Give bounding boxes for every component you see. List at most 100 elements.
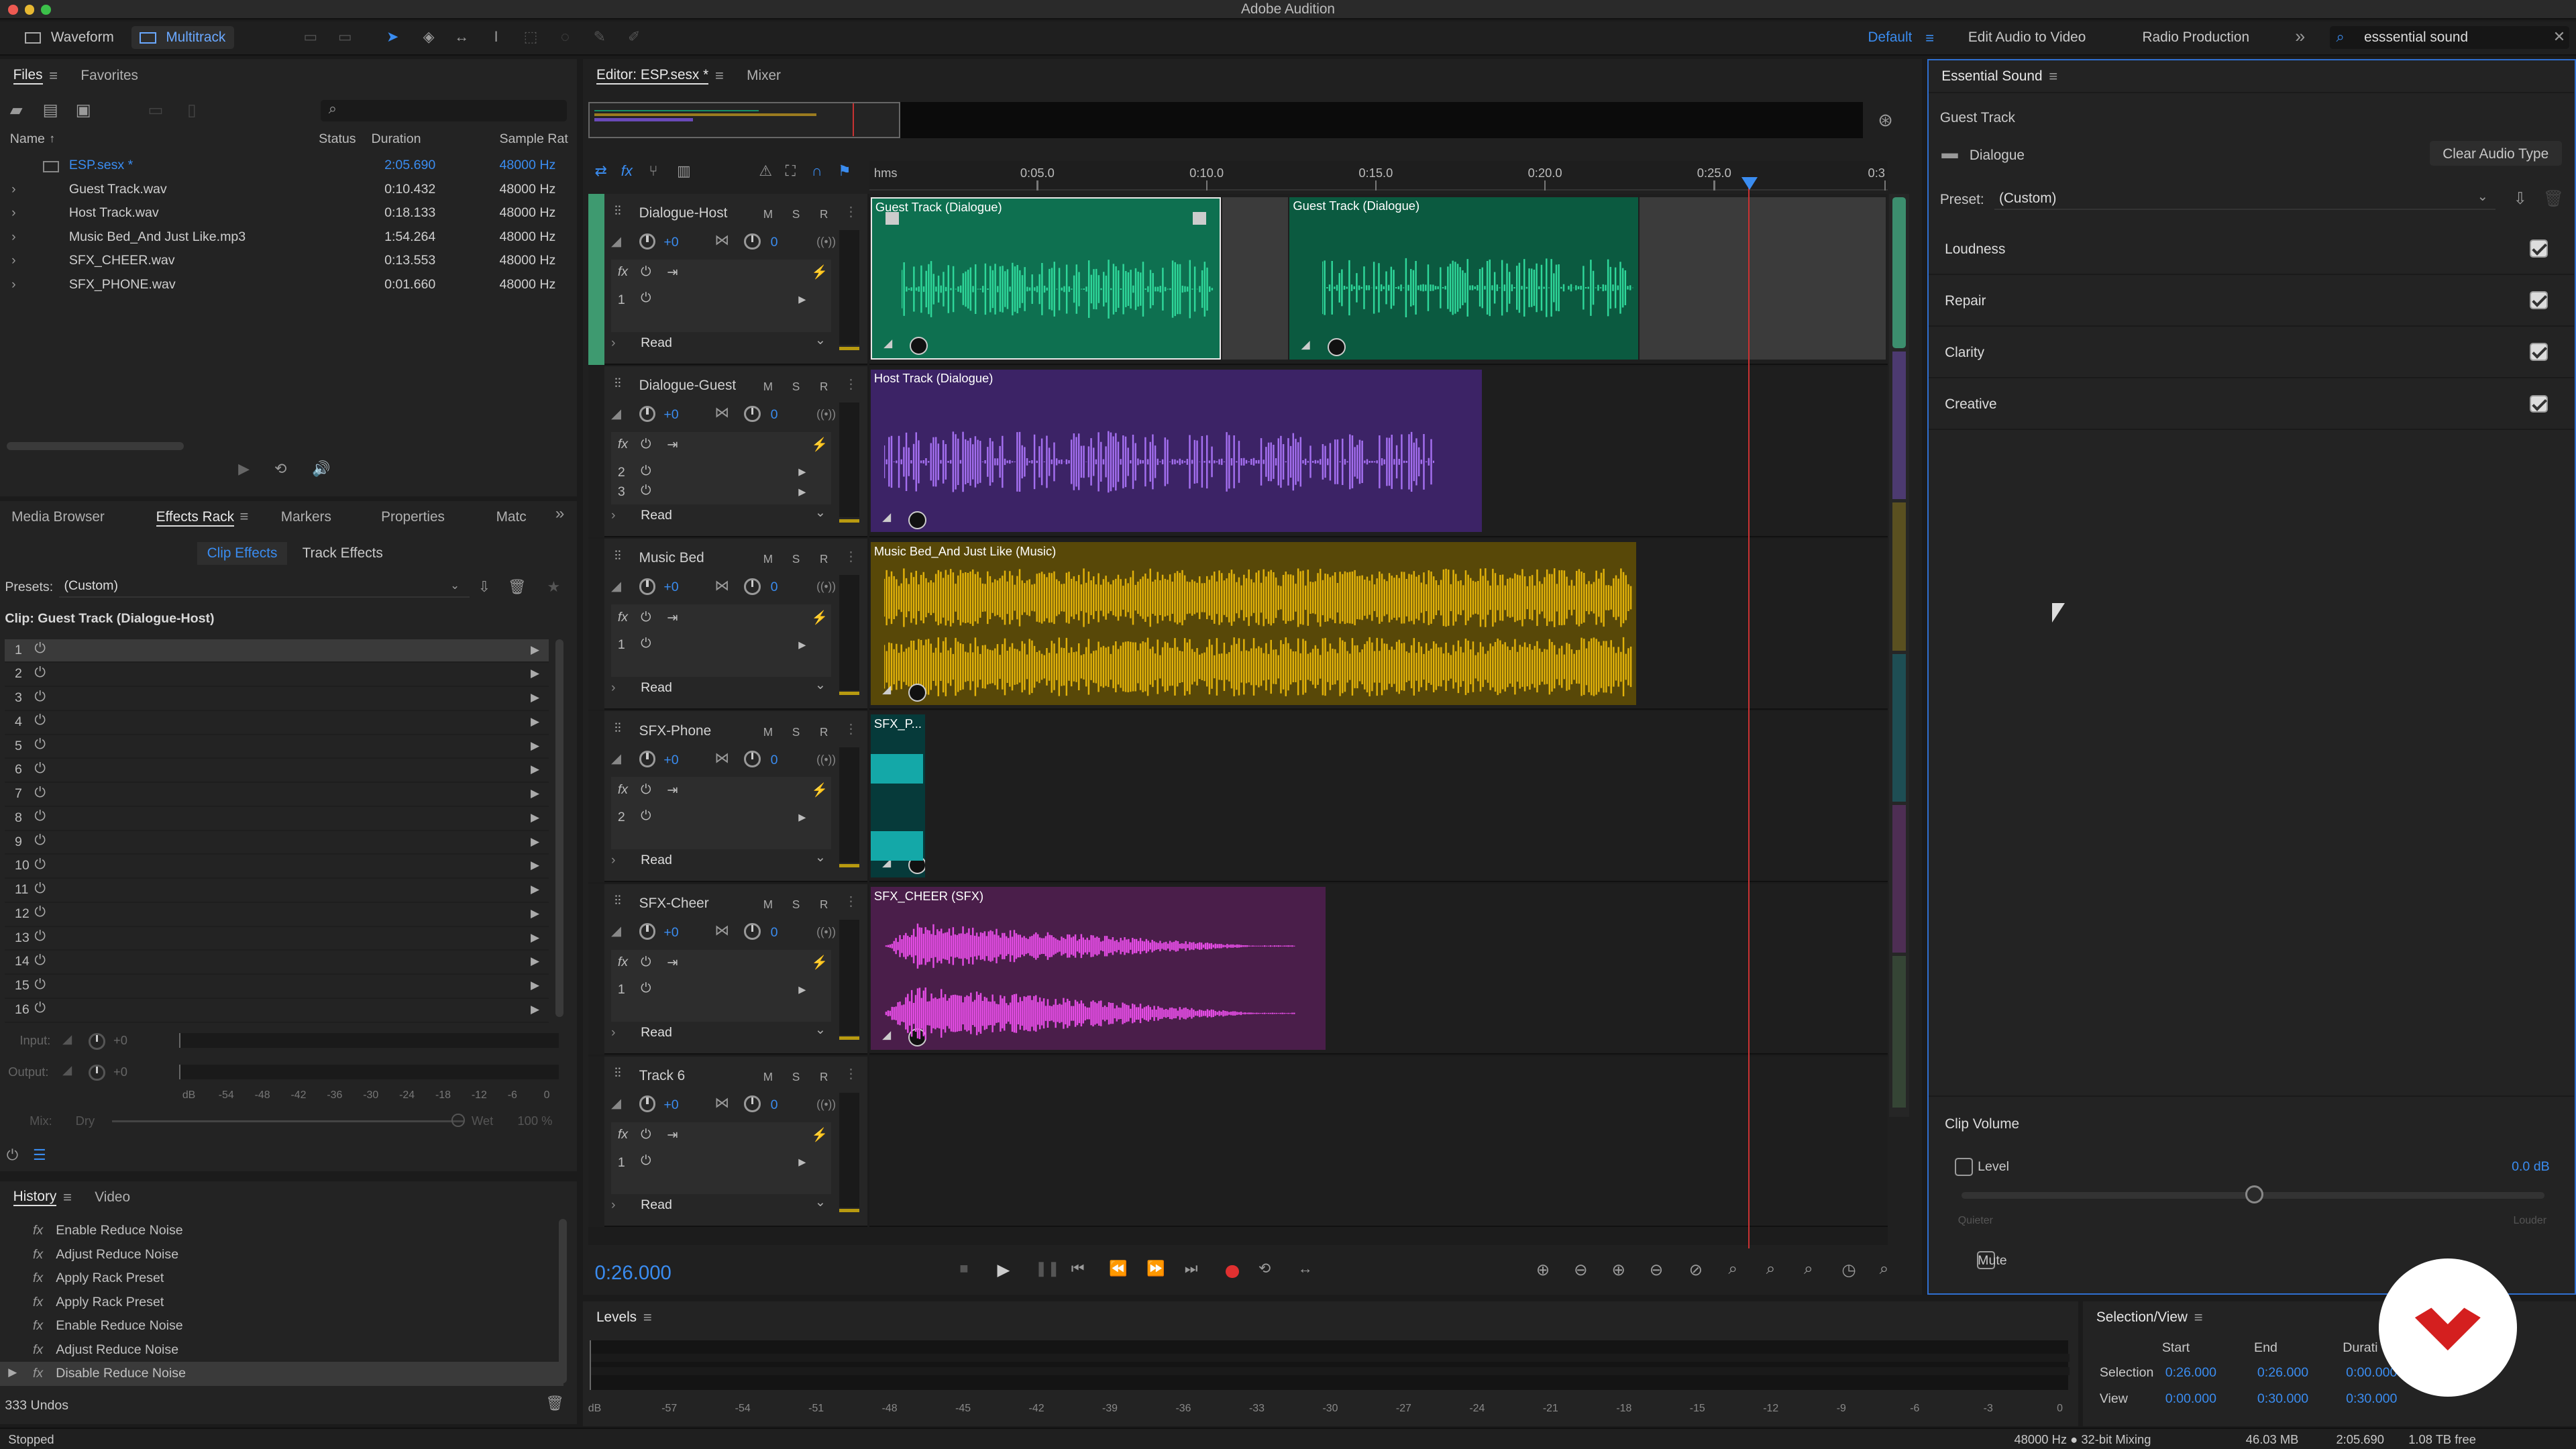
workspace-edit-audio-video[interactable]: Edit Audio to Video — [1968, 30, 2086, 46]
pan-value[interactable]: 0 — [771, 580, 778, 595]
power-icon[interactable]: ⏻ — [34, 833, 45, 849]
go-to-start-icon[interactable]: ⏮ — [1071, 1260, 1085, 1277]
stereo-icon[interactable]: ((•)) — [816, 580, 836, 594]
selection-end[interactable]: 0:26.000 — [2257, 1365, 2308, 1381]
clip-sfx-cheer[interactable]: SFX_CHEER (SFX) ◢ — [870, 887, 1326, 1050]
history-item[interactable]: fx Enable Reduce Noise — [0, 1219, 564, 1243]
fx-slot-power-icon[interactable]: ⏻ — [641, 290, 651, 306]
level-checkbox[interactable] — [1954, 1157, 1973, 1176]
volume-value[interactable]: +0 — [663, 407, 678, 423]
pan-value[interactable]: 0 — [771, 753, 778, 768]
save-preset-icon[interactable]: ⇩ — [478, 578, 490, 596]
volume-value[interactable]: +0 — [663, 235, 678, 250]
history-item[interactable]: fx Enable Reduce Noise — [0, 1314, 564, 1338]
clear-search-icon[interactable]: ✕ — [2553, 28, 2565, 46]
fx-slot-arrow-icon[interactable]: ▶ — [798, 639, 806, 651]
time-ruler[interactable]: hms 0:05.0 0:10.0 0:15.0 0:20.0 0:25.0 0:3 — [869, 161, 1888, 191]
chevron-right-icon[interactable]: › — [11, 229, 16, 245]
fx-prefader-icon[interactable]: ⇥ — [667, 1127, 678, 1143]
delete-preset-icon[interactable]: 🗑 — [2543, 189, 2564, 209]
clear-audio-type-button[interactable]: Clear Audio Type — [2429, 141, 2562, 166]
effect-slot[interactable]: 6 ⏻ ▶ — [5, 759, 549, 784]
tab-properties[interactable]: Properties — [381, 509, 445, 525]
music-badge-icon[interactable] — [908, 683, 927, 702]
monitor-icon[interactable]: ⋮ — [845, 1066, 858, 1082]
power-icon[interactable]: ⏻ — [34, 712, 45, 729]
session-overview[interactable] — [588, 101, 1864, 138]
move-tool-icon[interactable]: ➤ — [383, 28, 402, 46]
record-arm-button[interactable]: R — [815, 205, 833, 223]
zoom-in-amplitude-icon[interactable]: ⊕ — [1536, 1260, 1550, 1280]
automation-mode-dropdown[interactable]: Read — [641, 335, 672, 351]
multitrack-button[interactable]: Multitrack — [131, 26, 234, 50]
volume-knob[interactable] — [639, 233, 656, 250]
record-icon[interactable] — [1225, 1265, 1239, 1279]
volume-knob[interactable] — [639, 405, 656, 423]
fx-bolt-icon[interactable]: ⚡ — [812, 955, 828, 971]
effect-slot[interactable]: 10 ⏻ ▶ — [5, 855, 549, 879]
es-section-creative[interactable]: Creative — [1928, 378, 2575, 431]
slot-menu-arrow-icon[interactable]: ▶ — [531, 1002, 539, 1016]
automation-mode-dropdown[interactable]: Read — [641, 1025, 672, 1040]
fx-slot-arrow-icon[interactable]: ▶ — [798, 486, 806, 498]
fx-slot-arrow-icon[interactable]: ▶ — [798, 812, 806, 823]
es-preset-dropdown[interactable]: (Custom) ⌄ — [1994, 187, 2496, 210]
fx-slot-power-icon[interactable]: ⏻ — [641, 464, 651, 479]
slot-menu-arrow-icon[interactable]: ▶ — [531, 786, 539, 800]
record-arm-button[interactable]: R — [815, 896, 833, 914]
slot-menu-arrow-icon[interactable]: ▶ — [531, 954, 539, 968]
delete-file-icon[interactable]: ▯ — [187, 100, 196, 120]
effect-slot[interactable]: 2 ⏻ ▶ — [5, 663, 549, 688]
panel-menu-icon[interactable]: ≡ — [643, 1309, 652, 1326]
expand-track-icon[interactable]: › — [611, 1197, 616, 1213]
power-icon[interactable]: ⏻ — [34, 785, 45, 801]
fx-bolt-icon[interactable]: ⚡ — [812, 610, 828, 626]
slot-menu-arrow-icon[interactable]: ▶ — [531, 810, 539, 824]
mute-button[interactable]: M — [759, 896, 777, 914]
effect-slot[interactable]: 16 ⏻ ▶ — [5, 999, 549, 1023]
playhead[interactable] — [1748, 180, 1750, 1249]
panel-menu-icon[interactable]: ≡ — [2194, 1309, 2203, 1326]
file-row[interactable]: ESP.sesx * 2:05.690 48000 Hz — [0, 156, 577, 180]
workspace-radio-production[interactable]: Radio Production — [2142, 30, 2249, 46]
slot-menu-arrow-icon[interactable]: ▶ — [531, 714, 539, 729]
zoom-navigator-icon[interactable]: ⊛ — [1878, 110, 1893, 131]
play-icon[interactable]: ▶ — [998, 1260, 1010, 1280]
slot-menu-arrow-icon[interactable]: ▶ — [531, 690, 539, 704]
record-arm-button[interactable]: R — [815, 1068, 833, 1086]
fade-out-handle-icon[interactable] — [1192, 211, 1206, 225]
stereo-icon[interactable]: ((•)) — [816, 753, 836, 767]
fx-prefader-icon[interactable]: ⇥ — [667, 437, 678, 453]
fx-prefader-icon[interactable]: ⇥ — [667, 610, 678, 626]
file-row[interactable]: › SFX_PHONE.wav 0:01.660 48000 Hz — [0, 275, 577, 299]
healing-icon[interactable]: ✐ — [625, 28, 644, 46]
fx-slot-arrow-icon[interactable]: ▶ — [798, 984, 806, 996]
slot-menu-arrow-icon[interactable]: ▶ — [531, 906, 539, 920]
solo-button[interactable]: S — [787, 550, 805, 568]
monitor-icon[interactable]: ⋮ — [845, 721, 858, 737]
stop-icon[interactable]: ■ — [959, 1260, 968, 1277]
fx-slot-arrow-icon[interactable]: ▶ — [798, 1157, 806, 1168]
lasso-icon[interactable]: ◌ — [555, 28, 575, 46]
track-name[interactable]: SFX-Phone — [639, 723, 712, 739]
dialogue-badge-icon[interactable] — [1327, 338, 1346, 357]
track-name[interactable]: Dialogue-Host — [639, 205, 728, 221]
clip-music-bed[interactable]: Music Bed_And Just Like (Music) ◢ — [870, 542, 1637, 705]
pause-icon[interactable]: ❚❚ — [1035, 1260, 1060, 1277]
fx-slot-arrow-icon[interactable]: ▶ — [798, 466, 806, 478]
play-preview-icon[interactable]: ▶ — [238, 460, 250, 478]
rewind-icon[interactable]: ⏪ — [1109, 1260, 1127, 1277]
power-icon[interactable]: ⏻ — [34, 737, 45, 753]
track-header[interactable]: ⫶⫶ SFX-Cheer M S R ⋮ ◢ +0 ⋈ 0 ((•)) fx ⏻ ⇥ ⚡ 1 ⏻ ▶ › Read ⌄ — [588, 883, 868, 1055]
fade-in-handle-icon[interactable] — [885, 211, 899, 225]
automation-mode-dropdown[interactable]: Read — [641, 508, 672, 523]
expand-track-icon[interactable]: › — [611, 1025, 616, 1040]
history-item[interactable]: fx Adjust Reduce Noise — [0, 1338, 564, 1362]
tab-mixer[interactable]: Mixer — [734, 59, 794, 92]
tab-markers[interactable]: Markers — [281, 509, 331, 525]
history-item[interactable]: fx Apply Rack Preset — [0, 1267, 564, 1291]
overview-visible-range[interactable] — [588, 101, 901, 138]
volume-knob[interactable] — [639, 578, 656, 595]
effect-slot[interactable]: 4 ⏻ ▶ — [5, 711, 549, 735]
fx-prefader-icon[interactable]: ⇥ — [667, 955, 678, 971]
